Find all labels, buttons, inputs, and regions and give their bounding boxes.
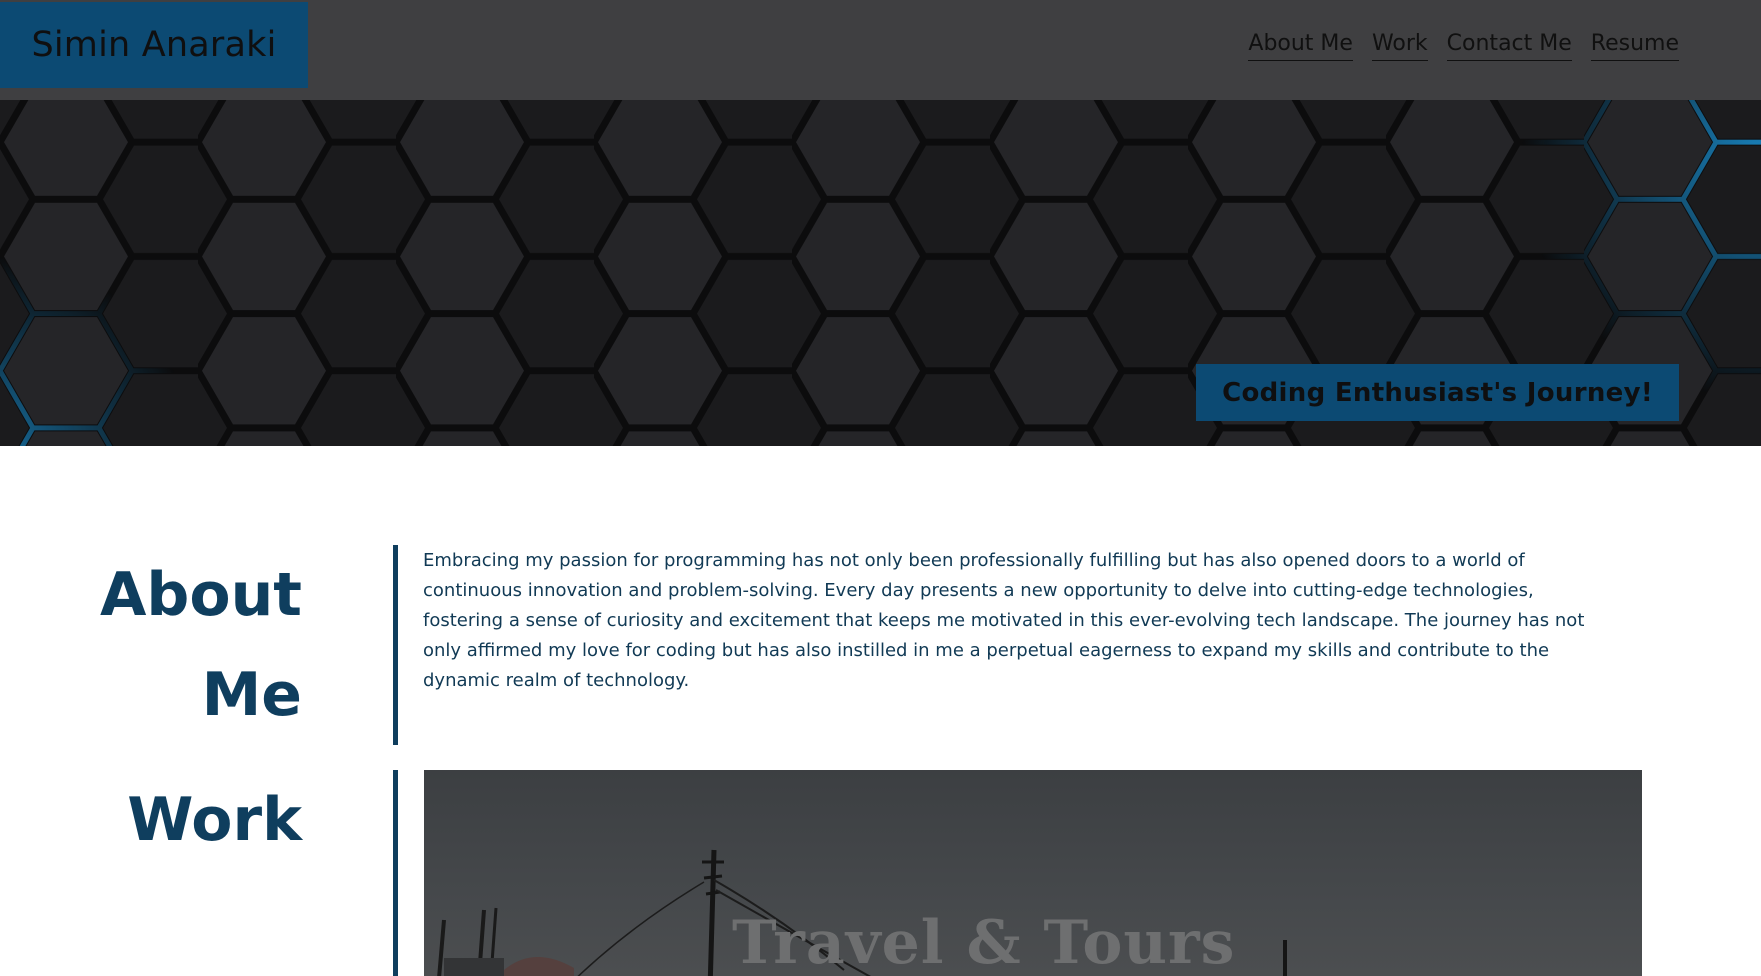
work-divider (393, 770, 398, 976)
hero-banner: Coding Enthusiast's Journey! (0, 100, 1761, 446)
project-card-travel-tours[interactable]: Travel & Tours (424, 770, 1642, 976)
site-header: Simin Anaraki About Me Work Contact Me R… (0, 0, 1761, 100)
brand-name[interactable]: Simin Anaraki (31, 25, 276, 65)
work-section-title: Work (127, 785, 302, 855)
main-nav: About Me Work Contact Me Resume (1248, 30, 1679, 61)
about-title-line2: Me (201, 660, 302, 730)
about-body-text: Embracing my passion for programming has… (423, 550, 1585, 691)
about-divider (393, 545, 398, 745)
hero-tagline-box: Coding Enthusiast's Journey! (1196, 364, 1679, 421)
nav-link-resume[interactable]: Resume (1590, 30, 1679, 61)
about-section-title: About Me (82, 545, 302, 745)
hero-tagline: Coding Enthusiast's Journey! (1222, 377, 1653, 408)
nav-link-contact-me[interactable]: Contact Me (1446, 30, 1572, 61)
nav-link-work[interactable]: Work (1371, 30, 1428, 61)
project-card-title: Travel & Tours (732, 908, 1236, 976)
about-title-line1: About (99, 560, 302, 630)
brand-logo-box[interactable]: Simin Anaraki (0, 2, 308, 88)
nav-link-about-me[interactable]: About Me (1248, 30, 1353, 61)
